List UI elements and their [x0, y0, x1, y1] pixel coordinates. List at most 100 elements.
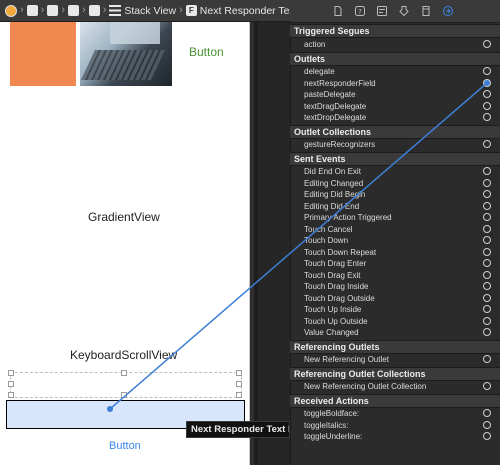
top-button[interactable]: Button — [189, 45, 224, 59]
bottom-button[interactable]: Button — [109, 440, 141, 452]
resize-handle[interactable] — [236, 370, 242, 376]
row-action[interactable]: action — [290, 39, 500, 51]
storyboard-icon[interactable] — [47, 5, 59, 16]
stack-view-icon — [109, 5, 122, 16]
resize-handle[interactable] — [121, 370, 127, 376]
section-referencing-outlets: Referencing Outlets — [290, 340, 500, 354]
connection-circle-icon[interactable] — [483, 40, 491, 48]
folder-icon[interactable] — [26, 5, 38, 16]
row-sent-event[interactable]: Editing Changed — [290, 178, 500, 190]
connection-circle-icon[interactable] — [483, 270, 491, 279]
connection-circle-icon[interactable] — [483, 382, 491, 390]
svg-text:?: ? — [358, 8, 362, 16]
row-received-action[interactable]: toggleItalics: — [290, 420, 500, 432]
connection-circle-icon[interactable] — [483, 67, 491, 75]
row-sent-event[interactable]: Primary Action Triggered — [290, 212, 500, 224]
row-sent-event[interactable]: Touch Drag Inside — [290, 281, 500, 293]
row-sent-event[interactable]: Editing Did End — [290, 201, 500, 213]
keyboard-scroll-view-label[interactable]: KeyboardScrollView — [70, 348, 177, 362]
row-sent-event[interactable]: Touch Drag Enter — [290, 258, 500, 270]
breadcrumb-stack-view[interactable]: Stack View — [124, 5, 176, 17]
connection-circle-icon[interactable] — [483, 355, 491, 363]
canvas-divider — [254, 22, 258, 465]
connection-circle-icon[interactable] — [483, 201, 491, 210]
row-sent-event[interactable]: Value Changed — [290, 327, 500, 339]
connection-circle-icon[interactable] — [483, 316, 491, 325]
chevron-right-icon: › — [179, 4, 183, 16]
chevron-right-icon: › — [40, 4, 45, 16]
row-sent-event[interactable]: Touch Up Inside — [290, 304, 500, 316]
row-text-drag-delegate[interactable]: textDragDelegate — [290, 101, 500, 113]
connection-circle-icon[interactable] — [483, 140, 491, 148]
connection-circle-icon[interactable] — [483, 236, 491, 244]
connection-circle-filled-icon[interactable] — [483, 78, 491, 87]
resize-handle[interactable] — [8, 370, 14, 376]
connections-icon[interactable] — [443, 6, 453, 16]
identity-icon[interactable] — [377, 6, 387, 16]
breadcrumb: › › › › › Stack View › F Next Responder … — [0, 0, 323, 22]
view-icon[interactable] — [88, 5, 100, 16]
connection-circle-icon[interactable] — [483, 90, 491, 98]
connection-circle-icon[interactable] — [483, 247, 491, 256]
connection-circle-icon[interactable] — [483, 328, 491, 336]
connection-circle-icon[interactable] — [483, 259, 491, 267]
resize-handle[interactable] — [236, 381, 242, 387]
resize-handle[interactable] — [8, 392, 14, 398]
connection-circle-icon[interactable] — [483, 101, 491, 110]
device-screen — [0, 22, 250, 465]
connection-circle-icon[interactable] — [483, 305, 491, 313]
row-delegate[interactable]: delegate — [290, 66, 500, 78]
section-referencing-outlet-collections: Referencing Outlet Collections — [290, 367, 500, 381]
connection-circle-icon[interactable] — [483, 432, 491, 440]
row-new-referencing-outlet-collection[interactable]: New Referencing Outlet Collection — [290, 381, 500, 393]
tooltip: Next Responder Text Field — [186, 421, 290, 438]
row-paste-delegate[interactable]: pasteDelegate — [290, 89, 500, 101]
row-received-action[interactable]: toggleBoldface: — [290, 408, 500, 420]
section-triggered-segues: Triggered Segues — [290, 24, 500, 38]
help-icon[interactable]: ? — [355, 6, 365, 16]
gradient-view-label[interactable]: GradientView — [88, 210, 160, 224]
connection-circle-icon[interactable] — [483, 190, 491, 198]
row-sent-event[interactable]: Did End On Exit — [290, 166, 500, 178]
app-icon[interactable] — [5, 4, 17, 17]
size-icon[interactable] — [421, 6, 431, 16]
row-sent-event[interactable]: Editing Did Begin — [290, 189, 500, 201]
chevron-right-icon: › — [82, 4, 86, 16]
inspector-tabs: ? — [290, 0, 500, 23]
attributes-icon[interactable] — [399, 6, 409, 16]
row-received-action[interactable]: toggleUnderline: — [290, 431, 500, 443]
row-gesture-recognizers[interactable]: gestureRecognizers — [290, 139, 500, 151]
text-field-icon: F — [185, 5, 197, 16]
resize-handle[interactable] — [8, 381, 14, 387]
resize-handle[interactable] — [121, 392, 127, 398]
connection-circle-icon[interactable] — [483, 113, 491, 121]
connection-circle-icon[interactable] — [483, 167, 491, 175]
connection-circle-icon[interactable] — [483, 178, 491, 187]
connection-circle-icon[interactable] — [483, 420, 491, 429]
connection-circle-icon[interactable] — [483, 282, 491, 290]
scene-icon[interactable] — [68, 5, 80, 16]
orange-view[interactable] — [10, 22, 76, 86]
connection-circle-icon[interactable] — [483, 213, 491, 221]
connection-circle-icon[interactable] — [483, 293, 491, 302]
resize-handle[interactable] — [236, 392, 242, 398]
row-sent-event[interactable]: Touch Up Outside — [290, 316, 500, 328]
row-sent-event[interactable]: Touch Cancel — [290, 224, 500, 236]
row-sent-event[interactable]: Touch Down Repeat — [290, 247, 500, 259]
row-new-referencing-outlet[interactable]: New Referencing Outlet — [290, 354, 500, 366]
row-sent-event[interactable]: Touch Down — [290, 235, 500, 247]
row-text-drop-delegate[interactable]: textDropDelegate — [290, 112, 500, 124]
row-sent-event[interactable]: Touch Drag Outside — [290, 293, 500, 305]
laptop-image[interactable] — [80, 22, 172, 86]
connection-circle-icon[interactable] — [483, 224, 491, 233]
row-sent-event[interactable]: Touch Drag Exit — [290, 270, 500, 282]
file-icon[interactable] — [333, 6, 343, 16]
chevron-right-icon: › — [20, 4, 24, 16]
chevron-right-icon: › — [61, 4, 66, 16]
chevron-right-icon: › — [102, 4, 107, 16]
section-outlet-collections: Outlet Collections — [290, 125, 500, 139]
connection-circle-icon[interactable] — [483, 409, 491, 417]
section-received-actions: Received Actions — [290, 394, 500, 408]
row-next-responder-field[interactable]: nextResponderField — [290, 78, 500, 90]
section-sent-events: Sent Events — [290, 152, 500, 166]
